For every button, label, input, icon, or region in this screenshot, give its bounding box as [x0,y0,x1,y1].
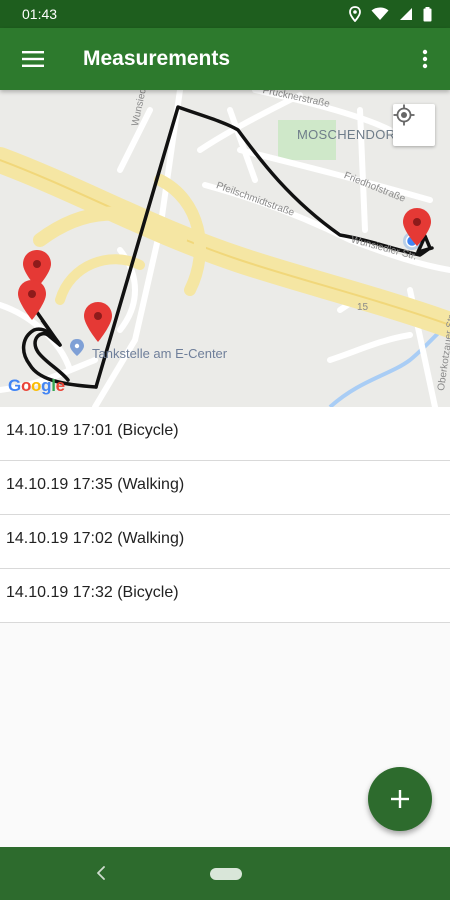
status-icons [349,6,432,22]
hamburger-menu-icon [22,51,44,67]
list-item[interactable]: 14.10.19 17:32 (Bicycle) [0,569,450,623]
poi-pin-icon [70,339,84,356]
wifi-icon [371,7,389,20]
highway-number-label: 15 [357,302,369,313]
add-measurement-button[interactable] [368,767,432,831]
more-vert-icon [422,49,428,69]
status-time: 01:43 [22,6,58,22]
google-attribution: Google [8,376,65,395]
list-item[interactable]: 14.10.19 17:01 (Bicycle) [0,407,450,461]
overflow-menu-button[interactable] [400,28,450,90]
back-button[interactable] [92,863,110,883]
battery-icon [423,6,432,21]
plus-icon [391,790,409,808]
my-location-icon [393,104,415,126]
signal-icon [400,8,412,20]
list-item[interactable]: 14.10.19 17:35 (Walking) [0,461,450,515]
status-bar: 01:43 [0,0,450,28]
district-label: MOSCHENDORF [297,127,404,142]
home-pill-icon[interactable] [210,868,242,880]
menu-button[interactable] [0,28,66,90]
map-view[interactable]: MOSCHENDORF Prücknerstraße Friedhofstraß… [0,90,450,407]
list-item[interactable]: 14.10.19 17:02 (Walking) [0,515,450,569]
system-nav-bar [0,847,450,900]
my-location-button[interactable] [393,104,435,146]
back-chevron-icon [97,866,105,880]
location-icon [349,6,361,22]
map-pin-icon [84,302,112,342]
app-bar: Measurements [0,28,450,90]
measurement-list: 14.10.19 17:01 (Bicycle) 14.10.19 17:35 … [0,407,450,623]
poi-label: Tankstelle am E-Center [92,346,228,361]
page-title: Measurements [83,47,231,70]
